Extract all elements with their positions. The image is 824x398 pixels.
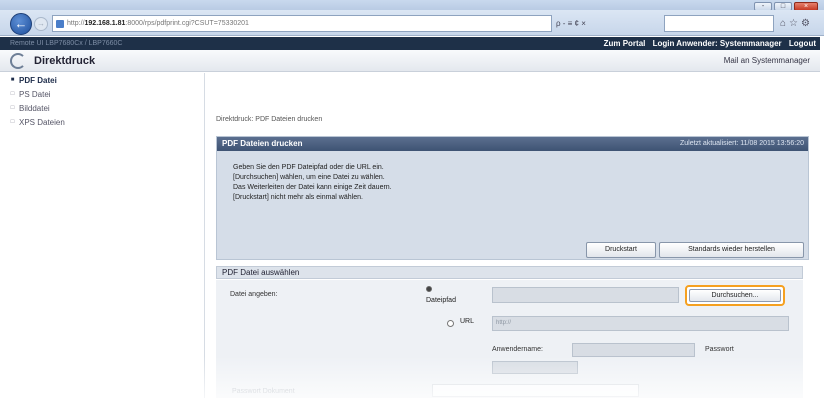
home-star-icons[interactable]: ⌂☆⚙ — [780, 15, 820, 32]
sidebar-item-label: PDF Datei — [19, 75, 57, 85]
direct-print-icon — [10, 53, 26, 69]
password-label: Passwort — [705, 346, 734, 353]
url-radio[interactable] — [447, 320, 454, 327]
sidebar-item-pdf[interactable]: ■ PDF Datei — [0, 73, 204, 87]
sidebar-item-label: Bilddatei — [19, 103, 50, 113]
browser-search-input[interactable] — [664, 15, 774, 32]
forward-arrow-icon[interactable]: → — [34, 17, 48, 31]
document-password-label: Passwort Dokument — [232, 388, 295, 395]
instruction-line: Geben Sie den PDF Dateipfad oder die URL… — [233, 164, 384, 171]
sidebar-item-ps[interactable]: □ PS Datei — [0, 87, 204, 101]
browse-button[interactable]: Durchsuchen... — [689, 289, 781, 302]
url-host: 192.168.1.81 — [84, 20, 126, 27]
sidebar: ■ PDF Datei □ PS Datei □ Bilddatei □ XPS… — [0, 73, 205, 398]
print-panel: PDF Dateien drucken Zuletzt aktualisiert… — [216, 136, 809, 260]
device-header: Remote UI LBP7680Cx / LBP7660C Zum Porta… — [0, 37, 820, 50]
url-input[interactable]: http:// — [492, 316, 789, 331]
start-print-button[interactable]: Druckstart — [586, 242, 656, 258]
bullet-icon: □ — [10, 105, 15, 111]
bullet-icon: □ — [10, 119, 15, 125]
panel-title: PDF Dateien drucken — [222, 139, 303, 148]
sidebar-item-label: PS Datei — [19, 89, 51, 99]
logout-link[interactable]: Logout — [789, 39, 816, 48]
window-titlebar: - □ × — [0, 0, 824, 11]
browser-navbar: ← → http://192.168.1.81:8000/rps/pdfprin… — [0, 10, 824, 36]
last-updated-text: Zuletzt aktualisiert: 11/08 2015 13:56:2… — [679, 140, 804, 147]
username-label: Anwendername: — [492, 346, 543, 353]
filepath-input[interactable] — [492, 287, 679, 303]
sidebar-item-label: XPS Dateien — [19, 117, 65, 127]
sidebar-item-image[interactable]: □ Bilddatei — [0, 101, 204, 115]
instructions: Geben Sie den PDF Dateipfad oder die URL… — [233, 163, 392, 203]
page-favicon-icon — [56, 20, 64, 28]
document-password-input[interactable] — [432, 384, 639, 397]
device-name: Remote UI LBP7680Cx / LBP7660C — [10, 40, 123, 47]
url-path: :8000/rps/pdfprint.cgi?CSUT=75330201 — [125, 20, 249, 27]
bullet-icon: ■ — [10, 77, 15, 83]
instruction-line: [Durchsuchen] wählen, um eine Datei zu w… — [233, 174, 385, 181]
page-header: Direktdruck Mail an Systemmanager — [0, 50, 820, 72]
instruction-line: [Druckstart] nicht mehr als einmal wähle… — [233, 194, 363, 201]
device-links: Zum Portal Login Anwender: Systemmanager… — [599, 37, 816, 50]
portal-link[interactable]: Zum Portal — [604, 39, 646, 48]
login-user-text: Login Anwender: Systemmanager — [652, 39, 782, 48]
username-input[interactable] — [572, 343, 695, 357]
restore-defaults-button[interactable]: Standards wieder herstellen — [659, 242, 804, 258]
page-title: Direktdruck — [34, 55, 96, 67]
panel-body: Geben Sie den PDF Dateipfad oder die URL… — [217, 151, 808, 259]
instruction-line: Das Weiterleiten der Datei kann einige Z… — [233, 184, 392, 191]
sidebar-item-xps[interactable]: □ XPS Dateien — [0, 115, 204, 129]
file-field-label: Datei angeben: — [230, 291, 278, 298]
filepath-radio-label: Dateipfad — [426, 297, 456, 304]
password-input[interactable] — [492, 361, 578, 374]
browse-button-highlight[interactable]: Durchsuchen... — [685, 285, 785, 306]
url-radio-label: URL — [460, 318, 475, 325]
filepath-radio[interactable] — [426, 286, 432, 292]
address-bar[interactable]: http://192.168.1.81:8000/rps/pdfprint.cg… — [52, 15, 552, 32]
section-title: PDF Datei auswählen — [216, 266, 803, 279]
url-prefix: http:// — [67, 20, 85, 27]
panel-header: PDF Dateien drucken Zuletzt aktualisiert… — [217, 137, 808, 151]
back-arrow-icon[interactable]: ← — [10, 13, 32, 35]
address-tools[interactable]: ρ - ≡ ¢ × — [556, 15, 656, 32]
bullet-icon: □ — [10, 91, 15, 97]
mail-admin-link[interactable]: Mail an Systemmanager — [724, 50, 810, 72]
breadcrumb: Direktdruck: PDF Dateien drucken — [216, 116, 323, 123]
